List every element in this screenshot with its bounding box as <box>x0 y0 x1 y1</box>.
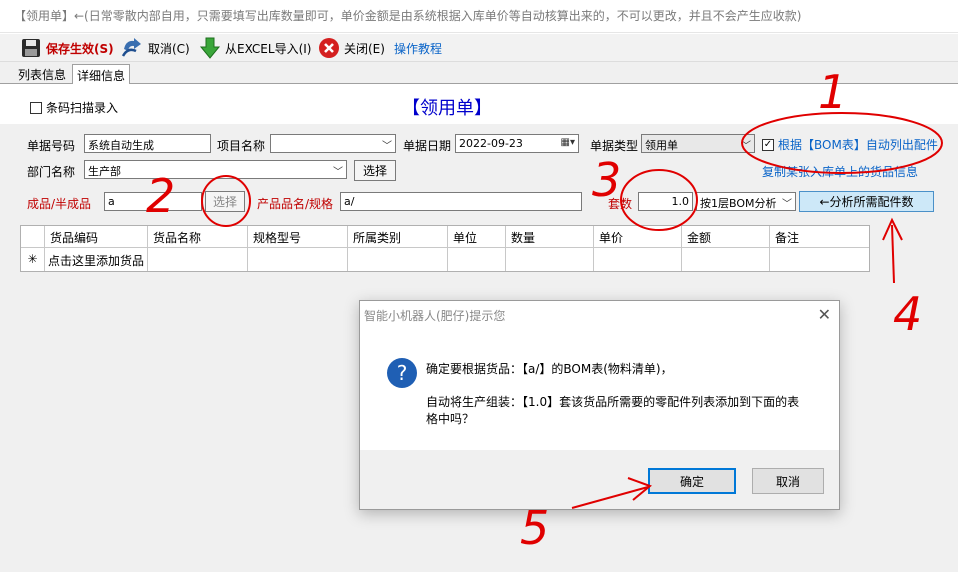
dialog-close-icon[interactable]: ✕ <box>818 305 831 324</box>
copy-inbound-link[interactable]: 复制某张入库单上的货品信息 <box>762 163 918 180</box>
grid-cell[interactable] <box>594 248 682 271</box>
toolbar: 保存生效(S) 取消(C) 从EXCEL导入(I) 关闭(E) 操作教程 <box>0 34 958 62</box>
dialog-ok-button[interactable]: 确定 <box>648 468 736 494</box>
dialog-message-line3: 格中吗？ <box>426 412 475 426</box>
sets-field[interactable]: 1.0 <box>638 192 693 211</box>
grid-cell[interactable] <box>348 248 448 271</box>
dept-select[interactable]: 生产部 ﹀ <box>84 160 347 179</box>
dialog-title: 智能小机器人(肥仔)提示您 <box>364 309 506 323</box>
analyze-parts-button[interactable]: ←分析所需配件数 <box>799 191 934 212</box>
barcode-checkbox-box <box>30 101 42 114</box>
doc-no-field[interactable]: 系统自动生成 <box>84 134 211 153</box>
dialog-message-line1: 确定要根据货品：【a/】的BOM表(物料清单)， <box>426 362 673 376</box>
type-label: 单据类型 <box>590 139 639 153</box>
date-value: 2022-09-23 <box>459 137 523 150</box>
tab-bar: 列表信息 详细信息 <box>0 62 958 85</box>
col-header-unit[interactable]: 单位 <box>448 226 506 248</box>
dialog-message-line2: 自动将生产组装：【1.0】套该货品所需要的零配件列表添加到下面的表 <box>426 395 800 409</box>
project-select[interactable]: ﹀ <box>270 134 396 153</box>
grid-cell[interactable] <box>506 248 594 271</box>
items-grid: 货品编码 货品名称 规格型号 所属类别 单位 数量 单价 金额 备注 ✳ 点击这… <box>20 225 870 272</box>
col-header-spec[interactable]: 规格型号 <box>248 226 348 248</box>
product-field[interactable]: a <box>104 192 202 211</box>
barcode-scan-label: 条码扫描录入 <box>46 101 119 115</box>
col-header-name[interactable]: 货品名称 <box>148 226 248 248</box>
chevron-down-icon: ﹀ <box>782 199 792 210</box>
project-label: 项目名称 <box>217 139 266 153</box>
close-label: 关闭(E) <box>344 41 385 56</box>
dept-select-button[interactable]: 选择 <box>354 160 396 181</box>
tab-list-info[interactable]: 列表信息 <box>14 64 70 84</box>
sets-label: 套数 <box>608 197 633 211</box>
cancel-button[interactable]: 取消(C) <box>120 37 190 59</box>
grid-corner <box>21 226 45 248</box>
grid-cell[interactable] <box>148 248 248 271</box>
new-row-marker: ✳ <box>21 248 45 271</box>
close-button[interactable]: 关闭(E) <box>318 37 385 59</box>
grid-cell[interactable] <box>248 248 348 271</box>
grid-cell[interactable] <box>770 248 869 271</box>
tab-detail-info[interactable]: 详细信息 <box>72 64 131 85</box>
col-header-remark[interactable]: 备注 <box>770 226 869 248</box>
barcode-scan-checkbox[interactable]: 条码扫描录入 <box>30 99 118 116</box>
page-title: 【领用单】 <box>402 98 492 119</box>
dialog-cancel-button[interactable]: 取消 <box>752 468 824 494</box>
import-excel-button[interactable]: 从EXCEL导入(I) <box>199 37 311 59</box>
date-label: 单据日期 <box>403 139 452 153</box>
grid-cell[interactable] <box>448 248 506 271</box>
confirm-dialog: 智能小机器人(肥仔)提示您 ✕ ? 确定要根据货品：【a/】的BOM表(物料清单… <box>359 300 840 510</box>
floppy-disk-icon <box>22 39 40 57</box>
save-button[interactable]: 保存生效(S) <box>20 37 114 59</box>
dept-value: 生产部 <box>88 165 121 178</box>
undo-arrow-icon <box>121 38 141 57</box>
col-header-category[interactable]: 所属类别 <box>348 226 448 248</box>
chevron-down-icon: ﹀ <box>333 167 343 178</box>
tutorial-label: 操作教程 <box>394 41 443 56</box>
product-select-button[interactable]: 选择 <box>205 191 245 212</box>
bom-auto-label: 根据【BOM表】自动列出配件 <box>778 138 938 152</box>
product-label: 成品/半成品 <box>27 197 92 211</box>
dept-label: 部门名称 <box>27 165 76 179</box>
date-picker[interactable]: 2022-09-23 ▦▾ <box>455 134 579 153</box>
download-arrow-icon <box>199 37 221 59</box>
bom-level-select[interactable]: 按1层BOM分析 ﹀ <box>696 192 796 211</box>
import-excel-label: 从EXCEL导入(I) <box>225 41 312 56</box>
col-header-qty[interactable]: 数量 <box>506 226 594 248</box>
close-circle-icon <box>319 38 339 58</box>
add-item-cell[interactable]: 点击这里添加货品 <box>45 248 148 271</box>
dialog-button-bar: 确定 取消 <box>360 450 839 509</box>
tutorial-link[interactable]: 操作教程 <box>394 37 442 59</box>
col-header-price[interactable]: 单价 <box>594 226 682 248</box>
product-name-label: 产品品名/规格 <box>257 197 334 211</box>
question-icon: ? <box>387 358 417 388</box>
cancel-label: 取消(C) <box>148 41 190 56</box>
chevron-down-icon: ﹀ <box>741 141 751 152</box>
calendar-icon: ▦▾ <box>560 137 575 148</box>
product-name-field[interactable]: a/ <box>340 192 582 211</box>
col-header-amount[interactable]: 金额 <box>682 226 770 248</box>
svg-text:?: ? <box>397 361 408 385</box>
chevron-down-icon: ﹀ <box>382 141 392 152</box>
window-title: 【领用单】←(日常零散内部自用，只需要填写出库数量即可，单价金额是由系统根据入库… <box>0 0 958 33</box>
save-label: 保存生效(S) <box>46 41 114 56</box>
type-value: 领用单 <box>645 139 678 152</box>
doc-no-label: 单据号码 <box>27 139 76 153</box>
type-select[interactable]: 领用单 ﹀ <box>641 134 755 153</box>
grid-cell[interactable] <box>682 248 770 271</box>
col-header-code[interactable]: 货品编码 <box>45 226 148 248</box>
bom-auto-checkbox[interactable]: ✓ 根据【BOM表】自动列出配件 <box>762 136 938 153</box>
bom-level-value: 按1层BOM分析 <box>700 197 777 210</box>
checkmark-icon: ✓ <box>762 138 774 151</box>
